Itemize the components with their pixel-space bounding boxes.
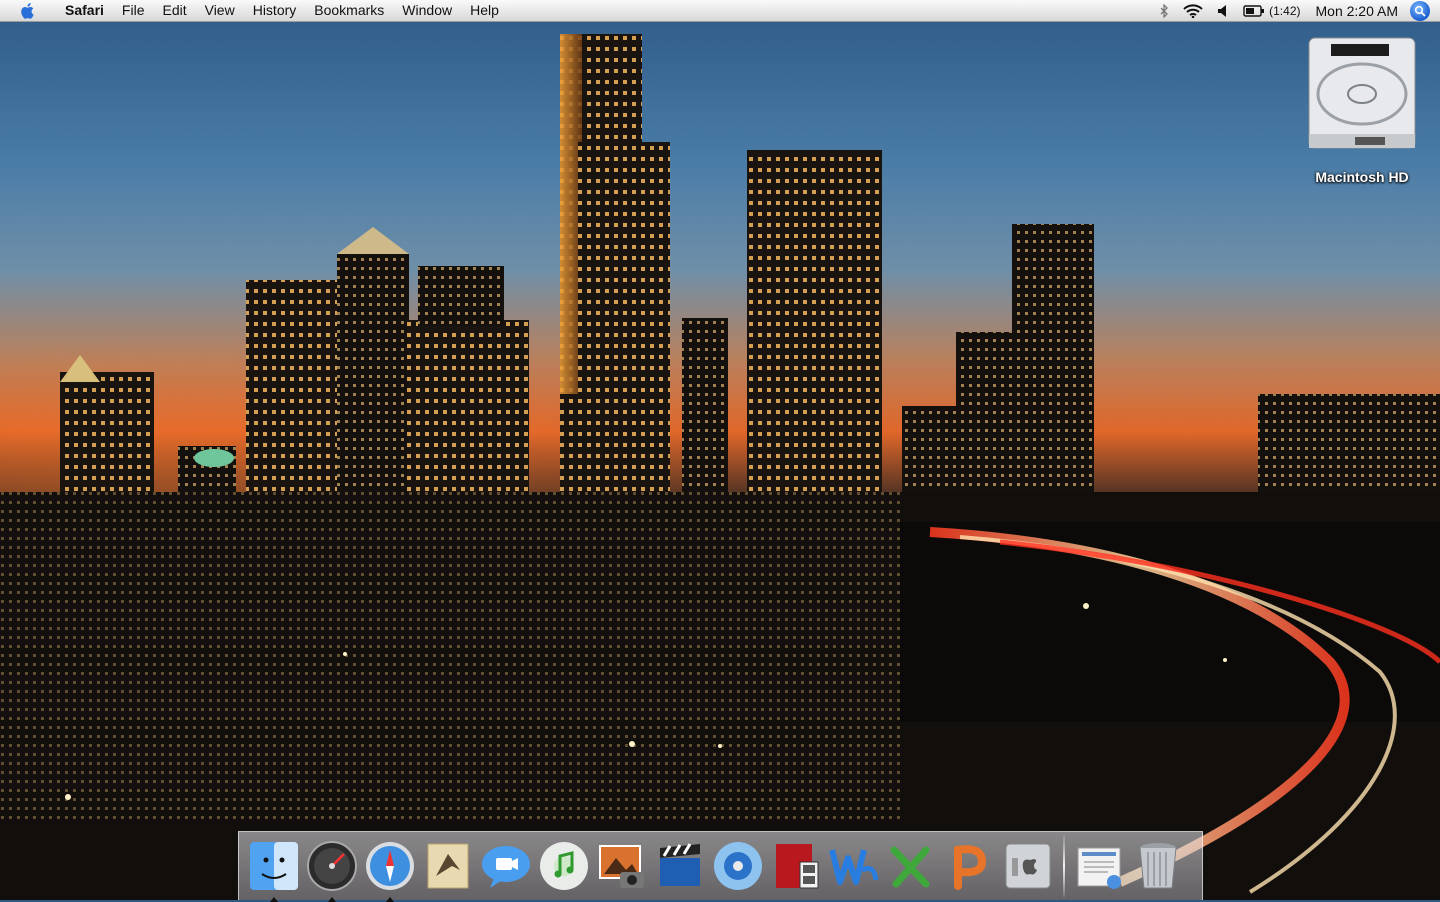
dock-idvd[interactable] xyxy=(709,837,767,895)
dock-mail[interactable] xyxy=(419,837,477,895)
desktop-wallpaper xyxy=(0,34,1440,900)
document-icon xyxy=(1077,847,1121,889)
safari-icon xyxy=(366,842,414,890)
dock-downloads-stack[interactable] xyxy=(1071,837,1129,895)
menu-app-name[interactable]: Safari xyxy=(56,0,113,21)
menu-help[interactable]: Help xyxy=(461,0,508,21)
macintosh-hd-desktop-item[interactable]: Macintosh HD xyxy=(1300,34,1424,185)
system-preferences-icon xyxy=(1005,843,1051,889)
apple-menu-icon[interactable] xyxy=(0,0,56,21)
imovie-icon xyxy=(660,843,700,886)
hard-drive-icon xyxy=(1308,37,1416,149)
bluetooth-icon[interactable] xyxy=(1152,0,1176,21)
dock-ichat[interactable] xyxy=(477,837,535,895)
menu-clock[interactable]: Mon 2:20 AM xyxy=(1308,3,1411,19)
battery-icon xyxy=(1243,4,1265,17)
dock-word[interactable] xyxy=(825,837,883,895)
dock-photo-booth[interactable] xyxy=(767,837,825,895)
powerpoint-icon xyxy=(954,845,987,890)
menu-edit[interactable]: Edit xyxy=(153,0,195,21)
menu-bookmarks[interactable]: Bookmarks xyxy=(305,0,393,21)
dock-dashboard[interactable] xyxy=(303,837,361,902)
dock-trash[interactable] xyxy=(1129,837,1187,895)
dock-separator xyxy=(1063,835,1065,897)
dock-excel[interactable] xyxy=(883,837,941,895)
menu-file[interactable]: File xyxy=(113,0,154,21)
dashboard-icon xyxy=(307,841,357,891)
dock-imovie[interactable] xyxy=(651,837,709,895)
battery-time: (1:42) xyxy=(1269,3,1301,18)
macintosh-hd-label: Macintosh HD xyxy=(1315,169,1409,185)
dock xyxy=(238,831,1203,902)
iphoto-icon xyxy=(599,845,644,888)
menu-bar: Safari File Edit View History Bookmarks … xyxy=(0,0,1440,22)
itunes-icon xyxy=(540,842,588,890)
mail-icon xyxy=(427,843,469,889)
dock-finder[interactable] xyxy=(245,837,303,902)
ichat-icon xyxy=(482,846,530,888)
photo-booth-icon xyxy=(776,844,819,889)
menu-history[interactable]: History xyxy=(244,0,306,21)
idvd-icon xyxy=(714,842,762,890)
dock-safari[interactable] xyxy=(361,837,419,902)
dock-itunes[interactable] xyxy=(535,837,593,895)
menu-view[interactable]: View xyxy=(196,0,244,21)
dock-powerpoint[interactable] xyxy=(941,837,999,895)
dock-iphoto[interactable] xyxy=(593,837,651,895)
excel-icon xyxy=(890,846,930,888)
dock-system-preferences[interactable] xyxy=(999,837,1057,895)
battery-status[interactable]: (1:42) xyxy=(1236,0,1307,21)
finder-icon xyxy=(250,842,298,890)
spotlight-icon[interactable] xyxy=(1410,0,1430,21)
trash-icon xyxy=(1139,843,1177,889)
volume-icon[interactable] xyxy=(1210,0,1236,21)
menu-window[interactable]: Window xyxy=(393,0,461,21)
wifi-icon[interactable] xyxy=(1176,0,1210,21)
word-icon xyxy=(829,849,879,885)
